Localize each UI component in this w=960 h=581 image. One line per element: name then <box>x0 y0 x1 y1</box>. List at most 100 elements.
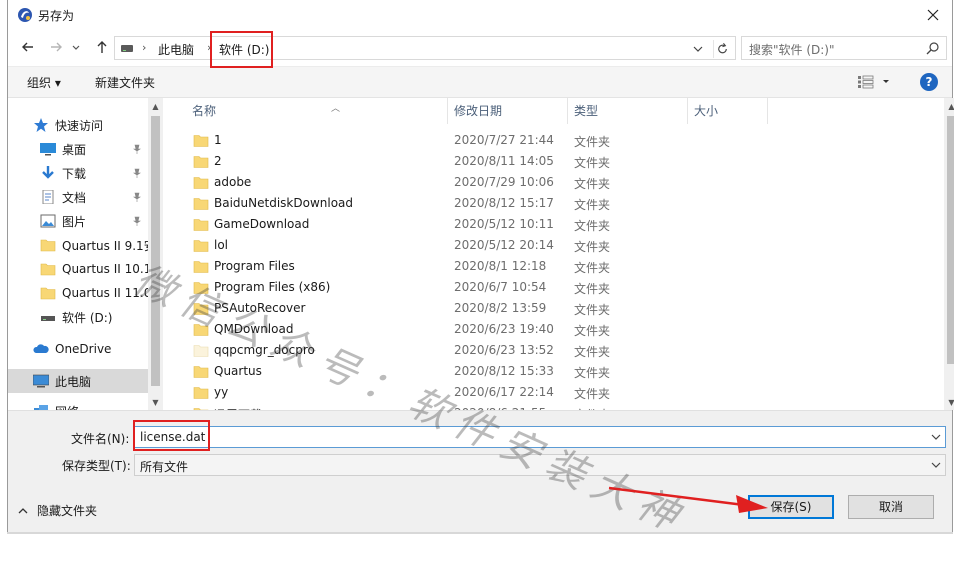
scrollbar-thumb[interactable] <box>947 116 954 364</box>
organize-button[interactable]: 组织 ▾ <box>27 74 61 91</box>
close-icon[interactable] <box>922 4 944 26</box>
address-bar[interactable]: › 此电脑 › 软件 (D:) <box>114 36 736 60</box>
document-icon <box>42 190 54 204</box>
folder-icon <box>193 387 209 399</box>
scroll-down-icon[interactable]: ▼ <box>947 398 954 407</box>
scroll-up-icon[interactable]: ▲ <box>947 102 954 111</box>
file-name: 1 <box>214 133 222 147</box>
nav-item-network[interactable]: 网络 <box>33 399 162 410</box>
command-toolbar: 组织 ▾ 新建文件夹 ? <box>8 66 952 98</box>
drive-icon <box>41 316 55 321</box>
search-input[interactable]: 搜索"软件 (D:)" <box>741 36 947 60</box>
column-header-name[interactable]: 名称 ︿ <box>186 98 448 124</box>
forward-arrow-icon[interactable] <box>46 37 66 57</box>
dialog-shadow <box>7 532 953 534</box>
picture-icon <box>40 214 56 228</box>
save-button[interactable]: 保存(S) <box>748 495 834 519</box>
file-type: 文件夹 <box>574 261 611 275</box>
column-header-label: 类型 <box>574 104 599 118</box>
star-icon <box>34 118 48 132</box>
file-modified-date: 2020/6/7 10:54 <box>454 280 547 294</box>
file-type: 文件夹 <box>574 219 611 233</box>
file-row[interactable]: GameDownload 2020/5/12 10:11 文件夹 <box>186 214 746 235</box>
new-folder-button[interactable]: 新建文件夹 <box>95 74 155 91</box>
file-row[interactable]: Program Files (x86) 2020/6/7 10:54 文件夹 <box>186 277 746 298</box>
cancel-button[interactable]: 取消 <box>848 495 934 519</box>
file-row[interactable]: Program Files 2020/8/1 12:18 文件夹 <box>186 256 746 277</box>
nav-item-label: 图片 <box>62 214 87 229</box>
file-row[interactable]: lol 2020/5/12 20:14 文件夹 <box>186 235 746 256</box>
nav-item-desktop[interactable]: 桌面 <box>40 137 162 161</box>
pin-icon[interactable] <box>132 144 142 154</box>
search-placeholder: 搜索"软件 (D:)" <box>749 43 835 57</box>
nav-item-label: Quartus II 9.1安 <box>62 238 156 253</box>
file-modified-date: 2020/8/11 14:05 <box>454 154 554 168</box>
filename-label: 文件名(N): <box>71 432 130 446</box>
breadcrumb-this-pc[interactable]: 此电脑 <box>158 41 194 58</box>
file-modified-date: 2020/7/29 10:06 <box>454 175 554 189</box>
chevron-down-icon[interactable] <box>930 459 942 471</box>
column-header-type[interactable]: 类型 <box>568 98 688 124</box>
file-name: 2 <box>214 154 222 168</box>
refresh-icon[interactable] <box>713 40 731 58</box>
file-row[interactable]: 2 2020/8/11 14:05 文件夹 <box>186 151 746 172</box>
nav-item-quartus-91[interactable]: Quartus II 9.1安 <box>40 233 162 257</box>
file-type: 文件夹 <box>574 198 611 212</box>
nav-item-this-pc[interactable]: 此电脑 <box>8 369 148 393</box>
column-header-size[interactable]: 大小 <box>688 98 768 124</box>
file-type: 文件夹 <box>574 366 611 380</box>
file-row[interactable]: BaiduNetdiskDownload 2020/8/12 15:17 文件夹 <box>186 193 746 214</box>
annotation-box-drive <box>210 31 273 68</box>
file-name: adobe <box>214 175 252 189</box>
pin-icon[interactable] <box>132 168 142 178</box>
folder-icon <box>193 219 209 231</box>
file-modified-date: 2020/7/27 21:44 <box>454 133 554 147</box>
file-list-scrollbar[interactable]: ▲ ▼ <box>944 98 954 410</box>
file-row[interactable]: 1 2020/7/27 21:44 文件夹 <box>186 130 746 151</box>
column-header-label: 大小 <box>694 104 719 118</box>
recent-locations-chevron-icon[interactable] <box>70 37 82 57</box>
file-type: 文件夹 <box>574 345 611 359</box>
up-arrow-icon[interactable] <box>92 37 112 57</box>
download-icon <box>42 166 54 179</box>
hide-folders-toggle[interactable]: 隐藏文件夹 <box>18 502 97 519</box>
pin-icon[interactable] <box>132 192 142 202</box>
scroll-down-icon[interactable]: ▼ <box>151 398 160 407</box>
file-type: 文件夹 <box>574 387 611 401</box>
computer-icon <box>33 374 49 388</box>
folder-icon <box>193 177 209 189</box>
folder-icon <box>193 366 209 378</box>
file-name: Program Files <box>214 259 295 273</box>
file-modified-date: 2020/5/12 10:11 <box>454 217 554 231</box>
nav-item-quick-access[interactable]: 快速访问 <box>33 113 162 137</box>
folder-icon <box>193 135 209 147</box>
nav-item-label: 文档 <box>62 190 87 205</box>
cloud-icon <box>33 344 49 353</box>
nav-item-downloads[interactable]: 下载 <box>40 161 162 185</box>
column-header-date[interactable]: 修改日期 <box>448 98 568 124</box>
chevron-down-icon[interactable] <box>691 42 705 56</box>
annotation-box-filename <box>133 420 210 451</box>
file-modified-date: 2020/8/2 13:59 <box>454 301 547 315</box>
nav-item-label: 软件 (D:) <box>62 310 113 325</box>
sort-ascending-icon: ︿ <box>331 104 341 114</box>
navigation-pane: 快速访问 桌面 下载 文档 图片 Quartus II 9.1安 Quartus… <box>8 98 163 410</box>
file-name: yy <box>214 385 229 399</box>
chevron-down-icon[interactable] <box>930 431 942 443</box>
folder-icon <box>193 198 209 210</box>
file-name: BaiduNetdiskDownload <box>214 196 354 210</box>
back-arrow-icon[interactable] <box>18 37 38 57</box>
file-row[interactable]: adobe 2020/7/29 10:06 文件夹 <box>186 172 746 193</box>
scroll-up-icon[interactable]: ▲ <box>151 102 160 111</box>
view-options-icon[interactable] <box>858 75 892 89</box>
search-icon[interactable] <box>925 41 940 56</box>
nav-item-documents[interactable]: 文档 <box>40 185 162 209</box>
nav-item-onedrive[interactable]: OneDrive <box>33 337 162 361</box>
file-type: 文件夹 <box>574 177 611 191</box>
file-modified-date: 2020/6/23 19:40 <box>454 322 554 336</box>
nav-item-pictures[interactable]: 图片 <box>40 209 162 233</box>
help-button[interactable]: ? <box>920 73 938 91</box>
file-modified-date: 2020/6/23 13:52 <box>454 343 554 357</box>
folder-icon <box>40 263 56 276</box>
pin-icon[interactable] <box>132 216 142 226</box>
